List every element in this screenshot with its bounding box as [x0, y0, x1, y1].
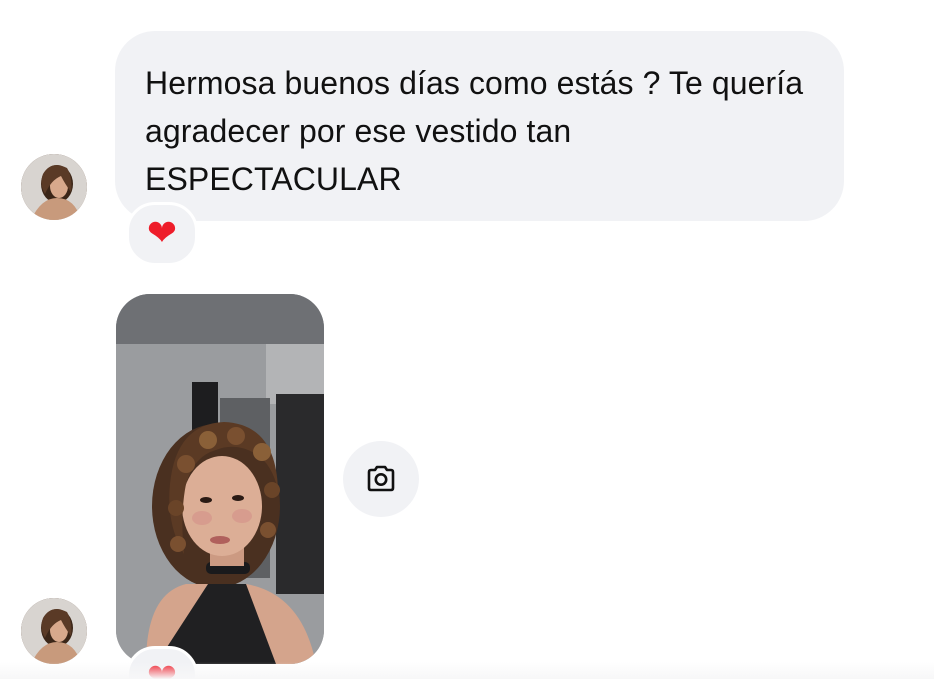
- avatar-image: [21, 598, 87, 664]
- photo-image: [116, 294, 324, 664]
- avatar-image: [21, 154, 87, 220]
- camera-icon: [367, 465, 395, 492]
- sender-avatar[interactable]: [21, 598, 87, 664]
- message-bubble[interactable]: Hermosa buenos días como estás ? Te quer…: [115, 31, 844, 221]
- photo-message[interactable]: [116, 294, 324, 664]
- message-text: Hermosa buenos días como estás ? Te quer…: [145, 65, 804, 197]
- heart-reaction-icon: ❤: [146, 213, 178, 254]
- camera-button[interactable]: [343, 441, 419, 517]
- reaction-badge[interactable]: ❤: [126, 202, 198, 266]
- message-thread: Hermosa buenos días como estás ? Te quer…: [0, 0, 934, 679]
- bottom-edge: [0, 662, 934, 679]
- sender-avatar[interactable]: [21, 154, 87, 220]
